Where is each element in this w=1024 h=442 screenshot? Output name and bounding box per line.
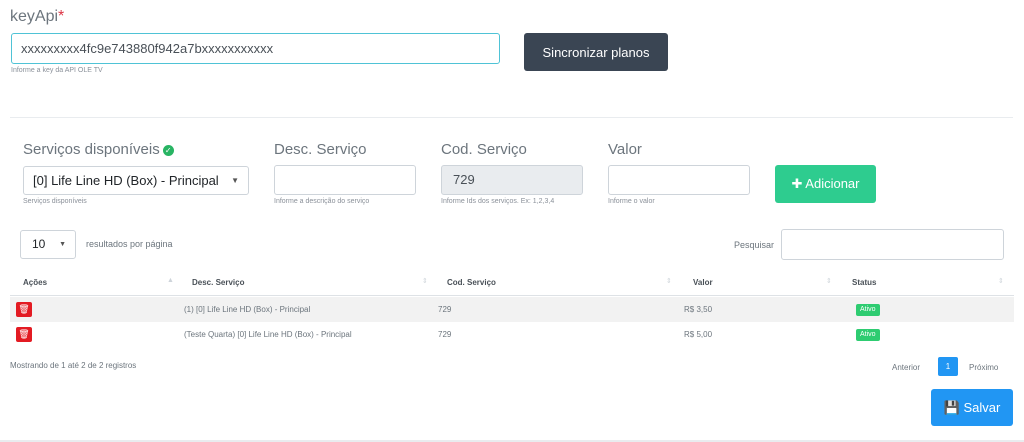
services-label: Serviços disponíveis ✓ xyxy=(23,141,174,158)
valor-label: Valor xyxy=(608,141,642,158)
caret-down-icon: ▼ xyxy=(59,241,66,248)
page-length-select[interactable]: 10 ▼ xyxy=(20,230,76,259)
desc-help: Informe a descrição do serviço xyxy=(274,198,370,205)
row-desc: (1) [0] Life Line HD (Box) - Principal xyxy=(184,305,311,314)
col-acoes[interactable]: Ações xyxy=(23,278,47,287)
pagination-prev[interactable]: Anterior xyxy=(892,363,920,372)
cod-label: Cod. Serviço xyxy=(441,141,527,158)
sort-icon: ▲ xyxy=(167,277,174,284)
status-badge: Ativo xyxy=(856,304,880,316)
col-cod[interactable]: Cod. Serviço xyxy=(447,278,496,287)
pagination-next[interactable]: Próximo xyxy=(969,363,998,372)
services-select[interactable]: [0] Life Line HD (Box) - Principal ▼ xyxy=(23,166,249,195)
sort-icon: ⇕ xyxy=(826,278,832,285)
sort-icon: ⇕ xyxy=(998,278,1004,285)
col-status[interactable]: Status xyxy=(852,278,876,287)
trash-icon[interactable]: 🗑 xyxy=(16,327,32,342)
key-api-input[interactable]: xxxxxxxxx4fc9e743880f942a7bxxxxxxxxxxx xyxy=(11,33,500,64)
col-desc[interactable]: Desc. Serviço xyxy=(192,278,244,287)
save-icon: 💾 xyxy=(943,399,960,415)
valor-input[interactable] xyxy=(608,165,750,195)
row-cod: 729 xyxy=(438,305,452,314)
valor-help: Informe o valor xyxy=(608,198,655,205)
services-help: Serviços disponíveis xyxy=(23,198,87,205)
table-header: Ações ▲ Desc. Serviço ⇕ Cod. Serviço ⇕ V… xyxy=(10,272,1014,296)
pagination-page-1[interactable]: 1 xyxy=(938,357,958,376)
page-length-text: resultados por página xyxy=(86,239,173,249)
key-api-help: Informe a key da API OLE TV xyxy=(11,67,103,74)
col-valor[interactable]: Valor xyxy=(693,278,713,287)
trash-icon[interactable]: 🗑 xyxy=(16,302,32,317)
sync-plans-button[interactable]: Sincronizar planos xyxy=(524,33,668,71)
required-mark: * xyxy=(58,8,65,25)
search-input[interactable] xyxy=(781,229,1004,260)
search-label: Pesquisar xyxy=(734,240,775,250)
row-cod: 729 xyxy=(438,330,452,339)
sort-icon: ⇕ xyxy=(422,278,428,285)
table-row: 🗑 (1) [0] Life Line HD (Box) - Principal… xyxy=(10,297,1014,322)
key-api-label: keyApi* xyxy=(10,8,65,25)
row-valor: R$ 5,00 xyxy=(684,330,713,339)
desc-input[interactable] xyxy=(274,165,416,195)
cod-input: 729 xyxy=(441,165,583,195)
section-divider xyxy=(10,117,1013,118)
table-row: 🗑 (Teste Quarta) [0] Life Line HD (Box) … xyxy=(10,322,1014,347)
sort-icon: ⇕ xyxy=(666,278,672,285)
status-badge: Ativo xyxy=(856,329,880,341)
check-circle-icon: ✓ xyxy=(162,145,174,156)
table-info: Mostrando de 1 até 2 de 2 registros xyxy=(10,361,137,370)
caret-down-icon: ▼ xyxy=(231,176,239,185)
row-desc: (Teste Quarta) [0] Life Line HD (Box) - … xyxy=(184,330,352,339)
row-valor: R$ 3,50 xyxy=(684,305,713,314)
save-button[interactable]: 💾 Salvar xyxy=(931,389,1013,426)
desc-label: Desc. Serviço xyxy=(274,141,367,158)
plus-icon: ✚ xyxy=(791,176,806,191)
add-button[interactable]: ✚ Adicionar xyxy=(775,165,876,203)
cod-help: Informe Ids dos serviços. Ex: 1,2,3,4 xyxy=(441,198,555,205)
